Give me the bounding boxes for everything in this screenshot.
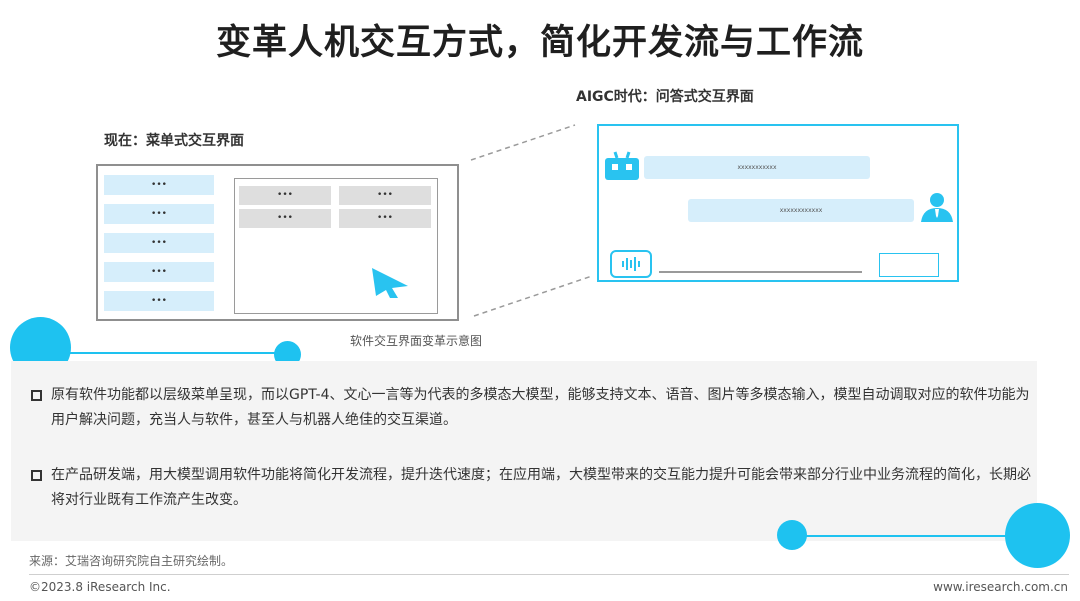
bullet-square-icon: [31, 390, 42, 401]
source-note: 来源：艾瑞咨询研究院自主研究绘制。: [29, 554, 234, 568]
sound-wave-icon: [622, 257, 640, 271]
bullet-text: 原有软件功能都以层级菜单呈现，而以GPT-4、文心一言等为代表的多模态大模型，能…: [51, 387, 1030, 428]
chat-ui-mockup: xxxxxxxxxxx xxxxxxxxxxxx: [597, 124, 959, 282]
description-panel: 原有软件功能都以层级菜单呈现，而以GPT-4、文心一言等为代表的多模态大模型，能…: [11, 361, 1037, 541]
bullet-item: 在产品研发端，用大模型调用软件功能将简化开发流程，提升迭代速度；在应用端，大模型…: [31, 463, 1031, 513]
bot-message-bubble: xxxxxxxxxxx: [644, 156, 870, 179]
decor-line-right: [800, 535, 1012, 537]
copyright-text: ©2023.8 iResearch Inc.: [29, 580, 171, 594]
chat-ui-label: AIGC时代：问答式交互界面: [576, 89, 754, 105]
footer-divider: [29, 574, 1069, 575]
user-message-bubble: xxxxxxxxxxxx: [688, 199, 914, 222]
bullet-text: 在产品研发端，用大模型调用软件功能将简化开发流程，提升迭代速度；在应用端，大模型…: [51, 467, 1031, 508]
bullet-square-icon: [31, 470, 42, 481]
decor-line-left: [60, 352, 286, 354]
bullet-item: 原有软件功能都以层级菜单呈现，而以GPT-4、文心一言等为代表的多模态大模型，能…: [31, 383, 1031, 433]
send-button[interactable]: [879, 253, 939, 277]
user-avatar-icon: [921, 193, 953, 222]
website-link[interactable]: www.iresearch.com.cn: [933, 580, 1068, 594]
decor-circle-large-right: [1005, 503, 1070, 568]
robot-icon: [605, 151, 639, 180]
chat-input-field[interactable]: [659, 271, 862, 273]
voice-input-button[interactable]: [610, 250, 652, 278]
